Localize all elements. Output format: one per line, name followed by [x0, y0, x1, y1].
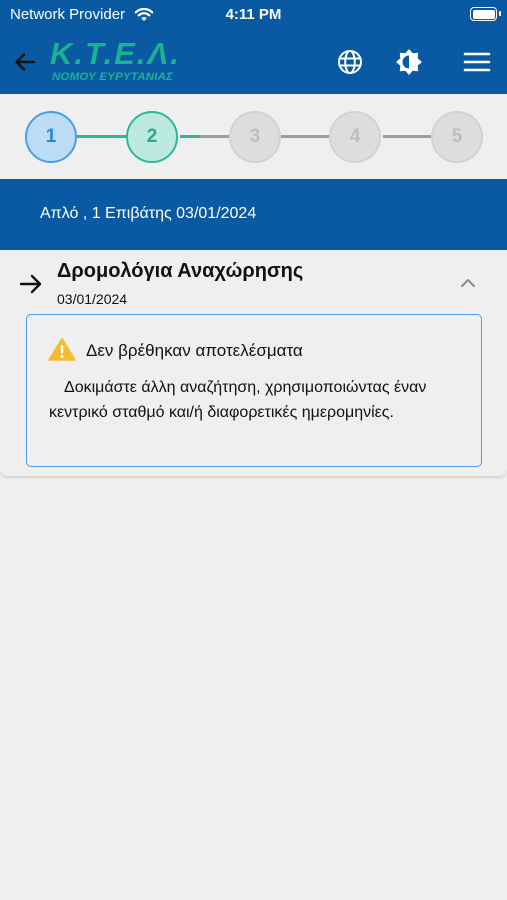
status-time: 4:11 PM: [225, 6, 282, 23]
language-button[interactable]: [332, 44, 368, 80]
booking-stepper: 1 2 3 4 5: [0, 94, 507, 179]
departures-title: Δρομολόγια Αναχώρησης: [57, 260, 304, 282]
chevron-up-icon[interactable]: [458, 276, 478, 290]
back-arrow-icon: [15, 53, 36, 71]
step-connector: [281, 135, 329, 138]
step-connector: [200, 135, 229, 138]
step-3: 3: [229, 111, 281, 163]
warning-icon: [48, 337, 76, 361]
step-1[interactable]: 1: [25, 111, 77, 163]
battery-icon: [470, 7, 501, 21]
trip-summary-bar: Απλό , 1 Επιβάτης 03/01/2024: [0, 179, 507, 250]
theme-toggle-button[interactable]: [391, 44, 427, 80]
trip-summary-text: Απλό , 1 Επιβάτης 03/01/2024: [40, 205, 257, 222]
menu-button[interactable]: [459, 44, 495, 80]
app-header: Κ.Τ.Ε.Λ. ΝΟΜΟΥ ΕΥΡΥΤΑΝΙΑΣ: [0, 30, 507, 94]
step-connector: [180, 135, 200, 138]
step-2[interactable]: 2: [126, 111, 178, 163]
status-bar: Network Provider 4:11 PM: [0, 0, 507, 30]
alert-message: Δοκιμάστε άλλη αναζήτηση, χρησιμοποιώντα…: [49, 379, 427, 421]
logo-main-text: Κ.Τ.Ε.Λ.: [50, 36, 181, 71]
no-results-alert: Δεν βρέθηκαν αποτελέσματα Δοκιμάστε άλλη…: [26, 314, 482, 467]
logo-sub-text: ΝΟΜΟΥ ΕΥΡΥΤΑΝΙΑΣ: [52, 71, 174, 83]
back-button[interactable]: [7, 44, 43, 80]
departure-arrow-icon: [19, 274, 42, 294]
ktel-logo: Κ.Τ.Ε.Λ. ΝΟΜΟΥ ΕΥΡΥΤΑΝΙΑΣ: [50, 36, 180, 88]
menu-icon: [463, 52, 491, 72]
step-5: 5: [431, 111, 483, 163]
step-connector: [383, 135, 431, 138]
step-connector: [77, 135, 126, 138]
brightness-icon: [396, 49, 422, 75]
departures-date: 03/01/2024: [57, 291, 128, 307]
departures-panel: Δρομολόγια Αναχώρησης 03/01/2024 Δεν βρέ…: [0, 251, 507, 477]
step-4: 4: [329, 111, 381, 163]
alert-title: Δεν βρέθηκαν αποτελέσματα: [86, 341, 303, 360]
globe-icon: [338, 50, 362, 74]
